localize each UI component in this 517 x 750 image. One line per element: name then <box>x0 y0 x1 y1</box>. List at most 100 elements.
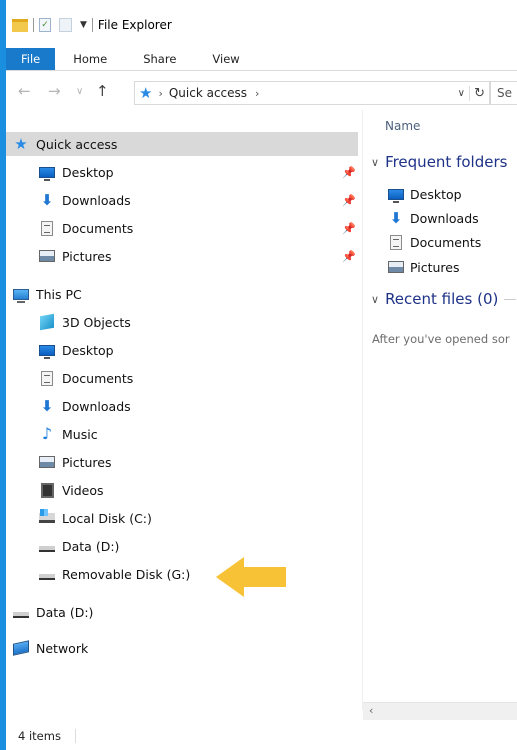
nav-quick-pictures[interactable]: Pictures <box>38 244 112 268</box>
tab-share[interactable]: Share <box>125 48 194 70</box>
group-divider <box>504 298 517 300</box>
tab-file[interactable]: File <box>6 48 56 70</box>
item-label: Downloads <box>410 210 479 226</box>
quick-access-star-icon: ★ <box>139 83 153 102</box>
nav-pc-desktop[interactable]: Desktop <box>38 338 114 362</box>
window-title: File Explorer <box>97 18 172 32</box>
pin-icon[interactable]: 📌 <box>342 194 356 207</box>
nav-removable-disk-g[interactable]: Removable Disk (G:) <box>38 562 190 586</box>
nav-label: This PC <box>36 286 82 302</box>
nav-3d-objects[interactable]: 3D Objects <box>38 310 131 334</box>
item-count: 4 items <box>18 729 61 743</box>
nav-pc-documents[interactable]: Documents <box>38 366 133 390</box>
new-folder-icon[interactable] <box>59 18 72 32</box>
properties-icon[interactable]: ✓ <box>39 18 51 32</box>
pin-icon[interactable]: 📌 <box>342 250 356 263</box>
quick-access-toolbar: ✓ ▼ File Explorer <box>12 12 172 38</box>
item-label: Desktop <box>410 186 462 202</box>
nav-label: Network <box>36 640 89 656</box>
documents-icon <box>41 220 53 236</box>
nav-label: Pictures <box>62 248 112 264</box>
removable-drive-icon <box>39 574 55 580</box>
nav-data-d-root[interactable]: Data (D:) <box>12 600 93 624</box>
nav-label: Downloads <box>62 398 131 414</box>
nav-pc-pictures[interactable]: Pictures <box>38 450 112 474</box>
nav-label: Data (D:) <box>62 538 120 554</box>
refresh-icon[interactable]: ↻ <box>469 85 485 101</box>
nav-this-pc[interactable]: This PC <box>12 282 82 306</box>
pictures-icon <box>39 250 55 262</box>
nav-local-disk-c[interactable]: Local Disk (C:) <box>38 506 152 530</box>
nav-label: Pictures <box>62 454 112 470</box>
breadcrumb-quick-access[interactable]: Quick access <box>169 86 247 100</box>
back-arrow-icon[interactable]: ← <box>18 82 31 100</box>
nav-quick-documents[interactable]: Documents <box>38 216 133 240</box>
search-placeholder: Se <box>497 86 512 100</box>
nav-quick-access[interactable]: ★ Quick access <box>6 132 358 156</box>
search-box[interactable]: Se <box>490 81 517 105</box>
videos-filmstrip-icon <box>40 482 54 498</box>
pictures-icon <box>39 456 55 468</box>
nav-label: Desktop <box>62 342 114 358</box>
address-row: ← → ∨ ↑ ★ › Quick access › ∨ ↻ Se <box>6 78 517 106</box>
nav-network[interactable]: Network <box>12 636 88 660</box>
nav-label: Documents <box>62 370 134 386</box>
nav-label: Music <box>62 426 98 442</box>
up-arrow-icon[interactable]: ↑ <box>96 82 109 100</box>
empty-recent-hint: After you've opened sor <box>372 332 510 346</box>
toolbar-divider <box>91 18 93 32</box>
nav-pc-music[interactable]: ♪ Music <box>38 422 98 446</box>
documents-icon <box>390 234 402 250</box>
nav-label: Removable Disk (G:) <box>62 566 191 582</box>
nav-data-d[interactable]: Data (D:) <box>38 534 119 558</box>
group-header-label: Frequent folders <box>385 153 508 171</box>
frequent-desktop[interactable]: Desktop <box>387 183 462 205</box>
forward-arrow-icon[interactable]: → <box>48 82 61 100</box>
downloads-icon: ⬇ <box>40 396 54 415</box>
3d-objects-icon <box>40 313 54 331</box>
music-note-icon: ♪ <box>41 424 53 443</box>
toolbar-divider <box>33 18 34 32</box>
nav-label: Local Disk (C:) <box>62 510 152 526</box>
downloads-icon: ⬇ <box>389 208 403 227</box>
downloads-icon: ⬇ <box>40 190 54 209</box>
address-bar[interactable]: ★ › Quick access › ∨ ↻ <box>134 81 490 105</box>
status-divider <box>74 729 76 743</box>
horizontal-scrollbar[interactable]: ‹ <box>363 702 517 720</box>
frequent-downloads[interactable]: ⬇ Downloads <box>387 207 479 229</box>
content-pane: Name ∨ Frequent folders Desktop ⬇ Downlo… <box>362 110 517 720</box>
drive-icon <box>13 612 29 618</box>
frequent-pictures[interactable]: Pictures <box>387 256 460 278</box>
tab-view[interactable]: View <box>194 48 257 70</box>
pin-icon[interactable]: 📌 <box>342 222 356 235</box>
nav-label: Desktop <box>62 164 114 180</box>
documents-icon <box>41 370 53 386</box>
nav-label: Quick access <box>36 136 118 152</box>
breadcrumb-chevron-icon[interactable]: › <box>158 87 162 100</box>
nav-quick-downloads[interactable]: ⬇ Downloads <box>38 188 131 212</box>
chevron-down-icon: ∨ <box>371 155 380 169</box>
desktop-icon <box>39 166 55 181</box>
nav-label: Videos <box>62 482 104 498</box>
column-header-name[interactable]: Name <box>385 119 420 133</box>
address-dropdown-icon[interactable]: ∨ <box>458 88 465 99</box>
breadcrumb-chevron-icon[interactable]: › <box>255 87 259 100</box>
customize-toolbar-dropdown-icon[interactable]: ▼ <box>80 20 87 30</box>
folder-icon <box>12 18 28 32</box>
this-pc-icon <box>13 288 29 303</box>
recent-files-group[interactable]: ∨ Recent files (0) <box>371 290 517 308</box>
pin-icon[interactable]: 📌 <box>342 166 356 179</box>
file-explorer-window: ✓ ▼ File Explorer File Home Share View ←… <box>6 0 517 750</box>
nav-quick-desktop[interactable]: Desktop <box>38 160 114 184</box>
frequent-folders-group[interactable]: ∨ Frequent folders <box>371 153 507 171</box>
tab-home[interactable]: Home <box>55 48 125 70</box>
recent-locations-chevron-icon[interactable]: ∨ <box>76 86 83 97</box>
frequent-documents[interactable]: Documents <box>387 231 481 253</box>
nav-pc-videos[interactable]: Videos <box>38 478 104 502</box>
pictures-icon <box>388 261 404 273</box>
scroll-left-icon[interactable]: ‹ <box>369 704 373 717</box>
nav-pc-downloads[interactable]: ⬇ Downloads <box>38 394 131 418</box>
navigation-pane: ★ Quick access Desktop 📌 ⬇ Downloads 📌 D… <box>6 130 358 710</box>
group-header-label: Recent files (0) <box>385 290 499 308</box>
nav-label: 3D Objects <box>62 314 131 330</box>
